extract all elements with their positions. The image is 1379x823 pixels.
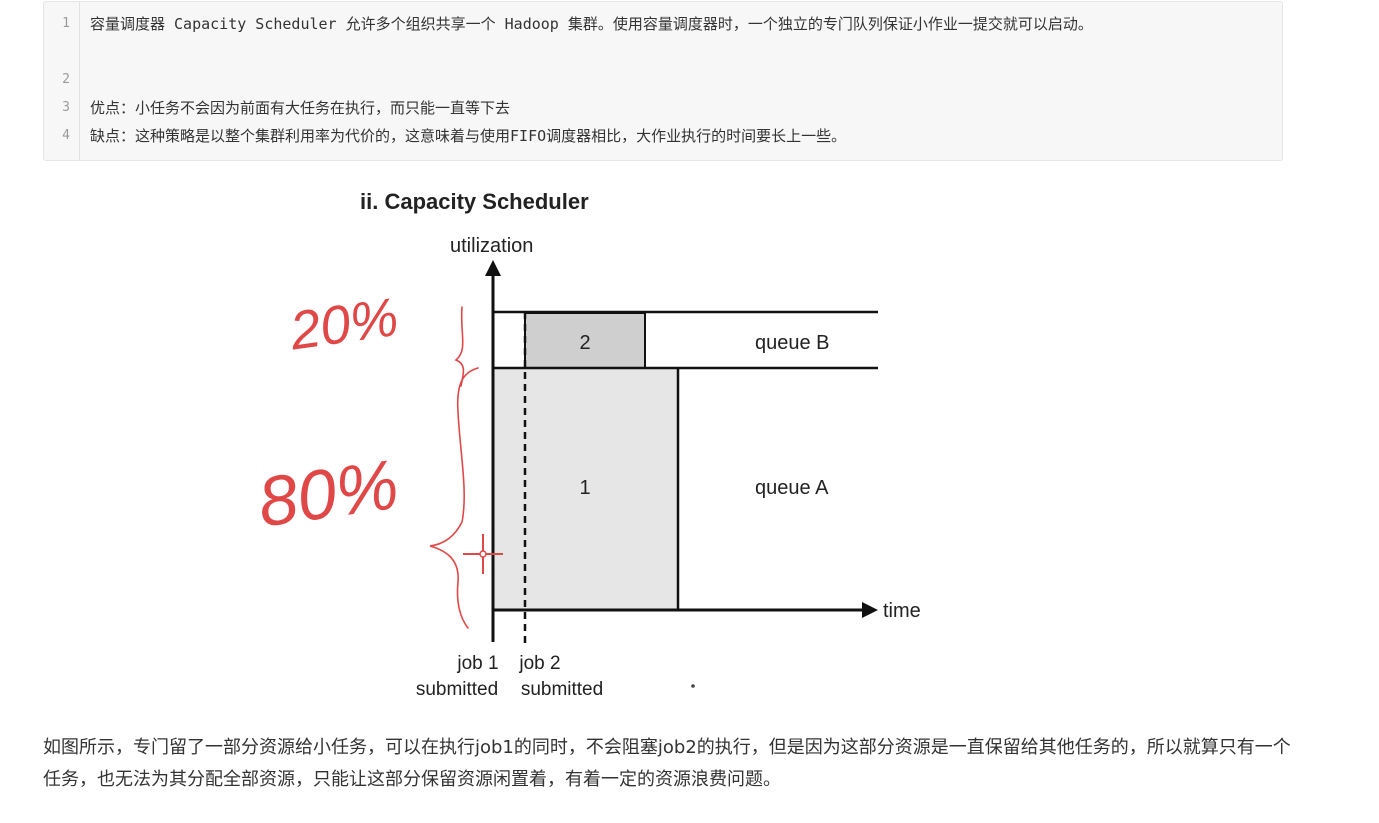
- queue-b-label: queue B: [755, 332, 830, 354]
- job-2-submitted-label: submitted: [521, 679, 603, 700]
- x-axis-label: time: [883, 600, 921, 622]
- line-number: 4: [62, 128, 70, 143]
- handwritten-annotations: [429, 306, 479, 629]
- queue-b-brace: [454, 306, 465, 387]
- code-line: 容量调度器 Capacity Scheduler 允许多个组织共享一个 Hado…: [90, 15, 1093, 33]
- code-block: 1 2 3 4 容量调度器 Capacity Scheduler 允许多个组织共…: [43, 1, 1283, 161]
- line-number: 1: [62, 16, 70, 31]
- line-number: 2: [62, 72, 70, 87]
- job-1-submitted-label: submitted: [416, 679, 498, 700]
- job-2-label: 2: [579, 332, 590, 354]
- crosshair-center: [479, 550, 487, 558]
- queue-a-label: queue A: [755, 477, 829, 499]
- capacity-scheduler-diagram: ii. Capacity Scheduler utilization time …: [253, 189, 921, 700]
- x-axis-arrow: [862, 602, 878, 618]
- stray-dot: [691, 684, 695, 688]
- queue-a-share-annotation: 80%: [253, 445, 403, 542]
- capacity-scheduler-figure: ii. Capacity Scheduler utilization time …: [250, 172, 970, 712]
- job-2-submitted-label: job 2: [518, 653, 560, 674]
- queue-a-brace: [429, 367, 479, 629]
- figure-title: ii. Capacity Scheduler: [360, 189, 589, 214]
- y-axis-arrow: [485, 260, 501, 276]
- job-1-submitted-label: job 1: [456, 653, 498, 674]
- explanation-paragraph: 如图所示，专门留了一部分资源给小任务，可以在执行job1的同时，不会阻塞job2…: [43, 737, 1291, 790]
- queue-b-share-annotation: 20%: [286, 287, 402, 362]
- y-axis-label: utilization: [450, 235, 533, 257]
- line-number-gutter: 1 2 3 4: [44, 2, 80, 160]
- code-line: 缺点：这种策略是以整个集群利用率为代价的，这意味着与使用FIFO调度器相比，大作…: [90, 127, 847, 145]
- line-number: 3: [62, 100, 70, 115]
- job-1-label: 1: [579, 477, 590, 499]
- code-line: 优点：小任务不会因为前面有大任务在执行，而只能一直等下去: [90, 99, 511, 117]
